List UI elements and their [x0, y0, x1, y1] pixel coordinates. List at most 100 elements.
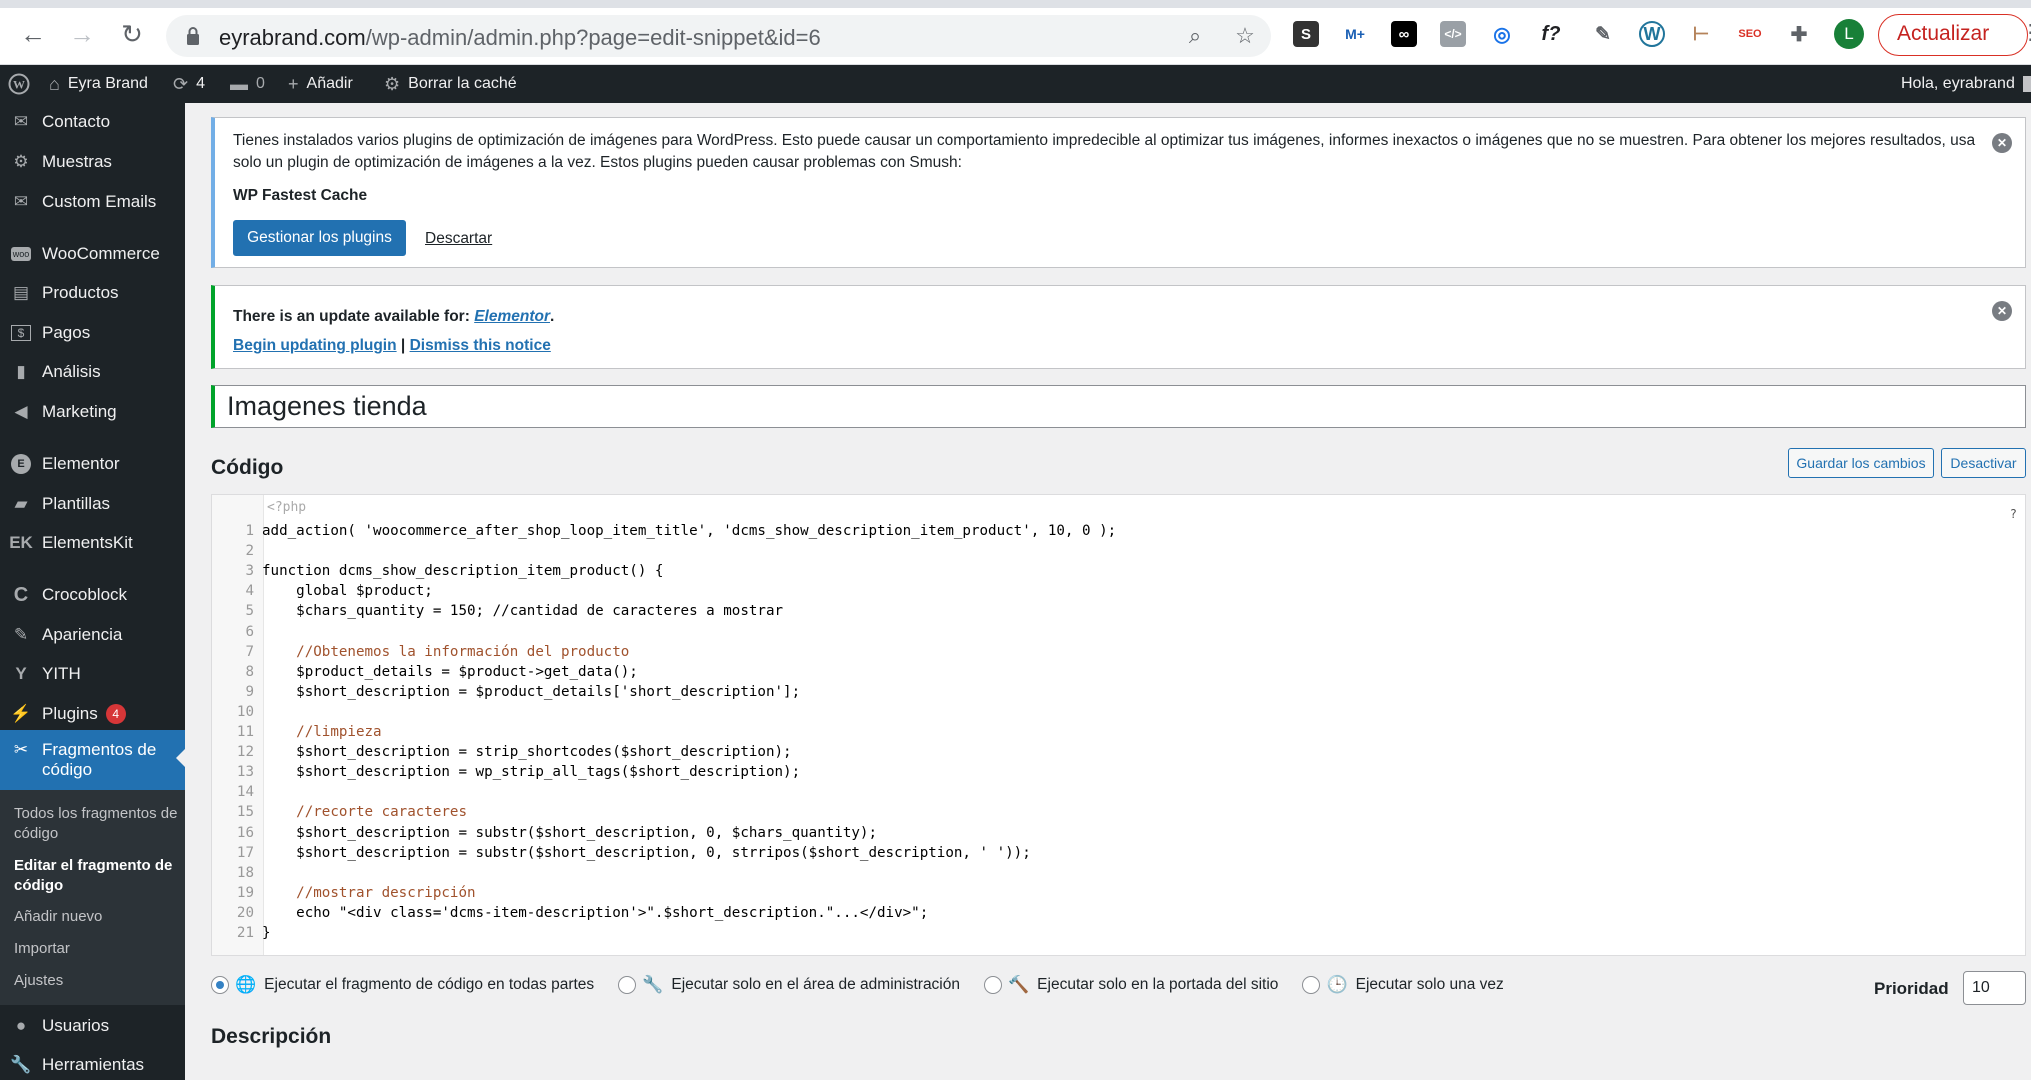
- deactivate-button[interactable]: Desactivar: [1941, 448, 2026, 478]
- ext-movistar-icon[interactable]: M+: [1342, 21, 1368, 47]
- sidebar-item-usuarios[interactable]: ● Usuarios: [0, 1007, 185, 1045]
- bookmark-star-icon[interactable]: ☆: [1232, 23, 1258, 49]
- priority-input[interactable]: 10: [1963, 971, 2026, 1005]
- submenu-import[interactable]: Importar: [14, 939, 179, 959]
- line-number: 14: [236, 784, 254, 801]
- adminbar-add-new[interactable]: + Añadir: [288, 65, 353, 103]
- submenu-settings[interactable]: Ajustes: [14, 971, 179, 991]
- ext-code-icon[interactable]: </>: [1440, 21, 1466, 47]
- ext-s-icon[interactable]: S: [1293, 21, 1319, 47]
- sidebar-item-productos[interactable]: ▤ Productos: [0, 274, 185, 312]
- ext-infinity-icon[interactable]: ∞: [1391, 21, 1417, 47]
- line-number: 17: [236, 844, 254, 861]
- ext-font-icon[interactable]: f?: [1538, 21, 1564, 47]
- comments-count: 0: [256, 75, 265, 92]
- code-editor[interactable]: <?php ? 1 add_action( 'woocommerce_after_…: [211, 494, 2026, 956]
- ext-hammer-icon[interactable]: ⊢: [1688, 21, 1714, 47]
- line-number: 1: [245, 523, 254, 539]
- folder-icon: ▰: [14, 494, 28, 513]
- scope-admin-radio[interactable]: [618, 976, 637, 994]
- address-bar[interactable]: eyrabrand.com/wp-admin/admin.php?page=ed…: [166, 15, 1271, 57]
- profile-avatar[interactable]: L: [1834, 19, 1864, 49]
- smush-notice-text: Tienes instalados varios plugins de opti…: [233, 132, 1976, 171]
- line-number: 7: [245, 643, 254, 660]
- ext-eyedropper-icon[interactable]: ✎: [1590, 21, 1616, 47]
- code-text: add_action( 'woocommerce_after_shop_loop…: [262, 523, 1117, 539]
- sidebar-item-label: Custom Emails: [42, 192, 157, 211]
- update-plugin-link[interactable]: Elementor: [474, 308, 550, 325]
- priority-label: Prioridad: [1874, 979, 1949, 998]
- adminbar-clear-cache[interactable]: ⚙ Borrar la caché: [384, 65, 517, 103]
- submenu-add-new[interactable]: Añadir nuevo: [14, 907, 179, 927]
- scope-frontend-radio[interactable]: [984, 976, 1002, 994]
- code-line: 13 $short_description = wp_strip_all_tag…: [212, 762, 800, 782]
- sidebar-item-yith[interactable]: Y YITH: [0, 655, 185, 693]
- code-line: 16 $short_description = substr($short_de…: [212, 823, 877, 843]
- code-heading: Código: [211, 456, 284, 479]
- scope-once-radio[interactable]: [1302, 976, 1321, 994]
- sidebar-item-contacto[interactable]: ✉ Contacto: [0, 103, 185, 141]
- line-number: 2: [245, 543, 254, 560]
- sidebar-item-elementskit[interactable]: EK ElementsKit: [0, 524, 185, 562]
- sidebar-item-apariencia[interactable]: ✎ Apariencia: [0, 616, 185, 654]
- cache-icon: ⚙: [384, 74, 401, 94]
- close-icon[interactable]: ✕: [1992, 301, 2012, 321]
- sidebar-item-elementor[interactable]: E Elementor: [0, 445, 185, 483]
- wp-admin-bar: W ⌂ Eyra Brand ⟳ 4 ▬ 0 + Añadir ⚙ Borrar la c…: [0, 65, 2031, 103]
- snippet-title-input[interactable]: Imagenes tienda: [211, 385, 2026, 428]
- adminbar-comments[interactable]: ▬ 0: [230, 65, 265, 103]
- sidebar-item-custom-emails[interactable]: ✉ Custom Emails: [0, 183, 185, 221]
- close-icon[interactable]: ✕: [1992, 133, 2012, 153]
- browser-toolbar: ← → ↻ eyrabrand.com/wp-admin/admin.php?p…: [0, 0, 2031, 65]
- scope-options: 🌐 Ejecutar el fragmento de código en tod…: [211, 970, 1504, 1000]
- code-text: $short_description = $product_details['s…: [262, 683, 801, 700]
- sidebar-item-pagos[interactable]: $ Pagos: [0, 314, 185, 352]
- extensions-puzzle-icon[interactable]: ✚: [1786, 21, 1812, 47]
- zoom-icon[interactable]: ⌕: [1182, 23, 1208, 49]
- manage-plugins-button[interactable]: Gestionar los plugins: [233, 220, 406, 256]
- user-icon: ●: [15, 1016, 27, 1035]
- sidebar-item-analisis[interactable]: ▮ Análisis: [0, 353, 185, 391]
- megaphone-icon: ◀: [14, 402, 28, 421]
- browser-update-button[interactable]: Actualizar ⋮: [1878, 14, 2031, 56]
- submenu-all-snippets[interactable]: Todos los fragmentos de código: [14, 804, 179, 844]
- code-line: 4 global $product;: [212, 581, 433, 601]
- discard-link[interactable]: Descartar: [425, 228, 492, 250]
- adminbar-site[interactable]: ⌂ Eyra Brand: [49, 65, 148, 103]
- begin-update-link[interactable]: Begin updating plugin: [233, 337, 397, 354]
- wordpress-logo-icon: W: [8, 73, 30, 95]
- wp-logo-icon[interactable]: W: [8, 65, 30, 103]
- ext-wordpress-icon[interactable]: W: [1639, 21, 1665, 47]
- wrench-icon: 🔧: [642, 975, 664, 994]
- plugins-update-badge: 4: [105, 704, 126, 724]
- ext-target-icon[interactable]: ◎: [1489, 21, 1515, 47]
- active-menu-arrow: [176, 749, 185, 767]
- code-text: $short_description = wp_strip_all_tags($…: [262, 764, 801, 781]
- comment-icon: ▬: [230, 74, 248, 94]
- sidebar-item-herramientas[interactable]: 🔧 Herramientas: [0, 1046, 185, 1080]
- dismiss-notice-link[interactable]: Dismiss this notice: [410, 337, 551, 354]
- reload-icon[interactable]: ↻: [116, 18, 148, 50]
- sidebar-item-label: Plantillas: [42, 494, 111, 513]
- sidebar-item-plantillas[interactable]: ▰ Plantillas: [0, 485, 185, 523]
- back-icon[interactable]: ←: [17, 18, 49, 50]
- submenu-edit-snippet[interactable]: Editar el fragmento de código: [14, 856, 179, 896]
- greeting: Hola, eyrabrand: [1901, 75, 2015, 92]
- code-text: global $product;: [262, 583, 433, 600]
- forward-icon[interactable]: →: [66, 18, 98, 50]
- sidebar-item-muestras[interactable]: ⚙ Muestras: [0, 143, 185, 181]
- help-icon[interactable]: ?: [2010, 507, 2017, 521]
- sidebar-item-marketing[interactable]: ◀ Marketing: [0, 393, 185, 431]
- ext-seo-icon[interactable]: SEO: [1737, 21, 1763, 47]
- sidebar-item-label: Plugins: [42, 704, 98, 723]
- sidebar-item-woocommerce[interactable]: woo WooCommerce: [0, 235, 185, 273]
- adminbar-account[interactable]: Hola, eyrabrand: [1901, 65, 2031, 103]
- save-changes-button[interactable]: Guardar los cambios: [1788, 448, 1934, 478]
- sidebar-item-plugins[interactable]: ⚡ Plugins 4: [0, 695, 185, 733]
- ek-icon: EK: [9, 533, 33, 552]
- scope-everywhere-radio[interactable]: [211, 976, 229, 994]
- sidebar-item-fragmentos[interactable]: ✂ Fragmentos de código: [0, 730, 185, 790]
- code-line: 15 //recorte caracteres: [212, 802, 467, 822]
- adminbar-updates[interactable]: ⟳ 4: [173, 65, 205, 103]
- sidebar-item-crocoblock[interactable]: C Crocoblock: [0, 576, 185, 614]
